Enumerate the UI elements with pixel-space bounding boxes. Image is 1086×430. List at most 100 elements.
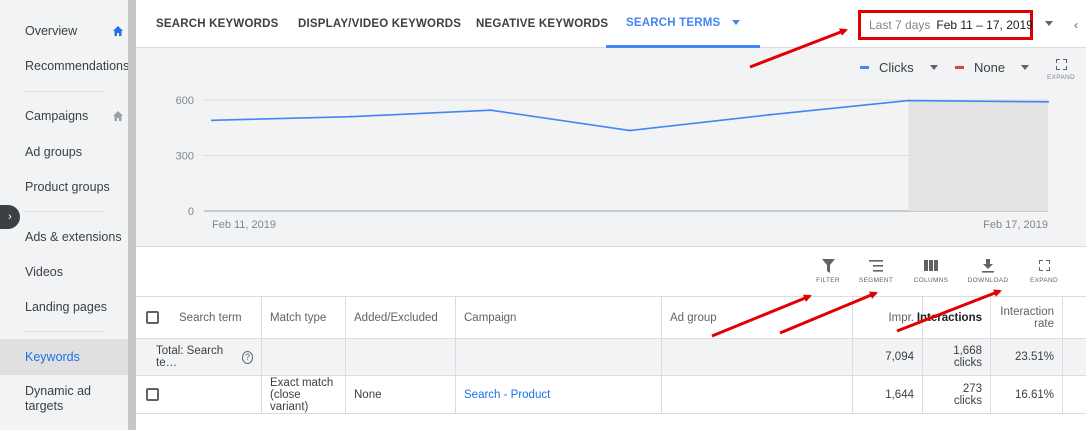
sidebar-item-campaigns[interactable]: Campaigns [0, 109, 128, 124]
header-label: Interactions [916, 311, 982, 324]
total-impressions-cell: 7,094 [853, 339, 923, 375]
y-tick-label: 300 [176, 151, 194, 163]
header-label: Interaction rate [1000, 305, 1054, 330]
sidebar-item-ad-groups[interactable]: Ad groups [0, 145, 128, 160]
header-label: Campaign [464, 311, 517, 324]
sidebar-item-dynamic-ad-targets[interactable]: Dynamic ad targets [0, 384, 110, 414]
columns-label: COLUMNS [913, 277, 949, 284]
date-range-picker[interactable]: Last 7 days Feb 11 – 17, 2019 [858, 10, 1033, 40]
sidebar-scrollbar[interactable] [128, 0, 136, 430]
column-header-search-term[interactable]: Search term [136, 297, 262, 338]
sidebar-item-keywords[interactable]: Keywords [0, 339, 128, 375]
expand-icon [1038, 260, 1050, 271]
interactions-value: 273 clicks [953, 382, 982, 407]
interaction-rate-value: 16.61% [1014, 388, 1054, 401]
header-label: Added/Excluded [354, 311, 438, 324]
search-term-cell [136, 376, 262, 413]
download-icon [982, 258, 994, 273]
campaign-link[interactable]: Search - Product [464, 389, 550, 401]
data-point [1047, 100, 1049, 103]
y-tick-label: 600 [176, 95, 194, 107]
added-excluded-value: None [354, 388, 382, 401]
header-label: Ad group [670, 311, 717, 324]
sidebar-item-overview[interactable]: Overview [0, 24, 128, 39]
download-button[interactable]: DOWNLOAD [962, 258, 1014, 284]
data-point [489, 109, 492, 112]
sidebar-item-label: Product groups [25, 180, 110, 194]
column-header-interaction-rate[interactable]: Interaction rate [991, 297, 1063, 338]
sidebar-item-label: Dynamic ad targets [25, 384, 91, 413]
tab-negative-keywords[interactable]: NEGATIVE KEYWORDS [476, 0, 608, 48]
total-label: Total: Search te… [156, 345, 224, 369]
columns-icon [924, 260, 938, 271]
column-header-match-type[interactable]: Match type [262, 297, 346, 338]
select-all-checkbox[interactable] [146, 311, 159, 324]
tab-label: DISPLAY/VIDEO KEYWORDS [298, 18, 462, 30]
download-label: DOWNLOAD [967, 277, 1009, 284]
chevron-down-icon [732, 20, 741, 25]
column-header-campaign[interactable]: Campaign [456, 297, 662, 338]
sidebar-item-ads-extensions[interactable]: Ads & extensions [0, 230, 128, 245]
impressions-value: 1,644 [885, 388, 914, 401]
tab-display-video-keywords[interactable]: DISPLAY/VIDEO KEYWORDS [298, 0, 461, 48]
sidebar-divider [25, 91, 105, 92]
expand-label: EXPAND [1029, 277, 1059, 284]
header-label: Match type [270, 311, 327, 324]
interaction-rate-cell: 16.61% [991, 376, 1063, 413]
header-label: Search term [179, 311, 242, 324]
interactions-cell: 273 clicks [923, 376, 991, 413]
table-cell [346, 339, 456, 375]
header-label: Impr. [888, 311, 914, 324]
filter-button[interactable]: FILTER [802, 258, 854, 284]
added-excluded-cell: None [346, 376, 456, 413]
column-header-interactions[interactable]: Interactions [917, 297, 991, 338]
segment-icon [869, 259, 883, 272]
columns-button[interactable]: COLUMNS [905, 258, 957, 284]
sidebar-item-label: Overview [25, 24, 78, 38]
sidebar-item-label: Landing pages [25, 300, 108, 314]
table-toolbar: FILTER SEGMENT COLUMNS DOWNLOAD EXPAND [136, 248, 1086, 296]
sidebar-item-product-groups[interactable]: Product groups [0, 180, 128, 195]
segment-button[interactable]: SEGMENT [850, 258, 902, 284]
chevron-right-icon: › [8, 211, 12, 223]
home-icon [113, 26, 123, 36]
chevron-left-icon[interactable]: ‹ [1074, 18, 1078, 32]
table-expand-button[interactable]: EXPAND [1018, 258, 1070, 284]
data-point [211, 119, 213, 122]
row-checkbox[interactable] [146, 388, 159, 401]
data-point [350, 115, 353, 118]
tab-label: SEARCH KEYWORDS [156, 18, 279, 30]
total-interactions: 1,668 clicks [953, 345, 982, 369]
total-label-cell: Total: Search te… ? [136, 339, 262, 375]
x-tick-label: Feb 11, 2019 [212, 219, 276, 231]
data-point [907, 99, 910, 102]
sidebar-item-label: Ads & extensions [25, 230, 122, 244]
home-icon [113, 111, 123, 121]
tab-label: SEARCH TERMS [626, 16, 721, 29]
sidebar-item-label: Campaigns [25, 109, 89, 123]
column-header-ad-group[interactable]: Ad group [662, 297, 853, 338]
filter-icon [821, 258, 835, 273]
sidebar-item-label: Recommendations [25, 59, 130, 73]
tab-search-keywords[interactable]: SEARCH KEYWORDS [156, 0, 278, 48]
date-preset-label: Last 7 days [869, 18, 931, 32]
column-header-added-excluded[interactable]: Added/Excluded [346, 297, 456, 338]
table-cell [456, 339, 662, 375]
tab-search-terms[interactable]: SEARCH TERMS [606, 0, 761, 48]
sidebar-item-label: Keywords [25, 349, 80, 364]
sidebar-item-landing-pages[interactable]: Landing pages [0, 300, 128, 315]
filter-label: FILTER [816, 277, 840, 284]
help-icon[interactable]: ? [242, 350, 253, 364]
sidebar-item-videos[interactable]: Videos [0, 265, 128, 280]
table-row: Exact match (close variant) None Search … [136, 376, 1086, 414]
table-header-row: Search term Match type Added/Excluded Ca… [136, 296, 1086, 339]
sidebar-divider [25, 211, 105, 212]
match-type-cell: Exact match (close variant) [262, 376, 346, 413]
column-header-impressions[interactable]: Impr. [853, 297, 923, 338]
date-dropdown-icon[interactable] [1045, 21, 1053, 26]
campaign-cell: Search - Product [456, 376, 662, 413]
data-point [629, 129, 631, 132]
match-type-value: Exact match (close variant) [270, 376, 334, 413]
total-rate-cell: 23.51% [991, 339, 1063, 375]
sidebar-item-recommendations[interactable]: Recommendations [0, 59, 130, 74]
